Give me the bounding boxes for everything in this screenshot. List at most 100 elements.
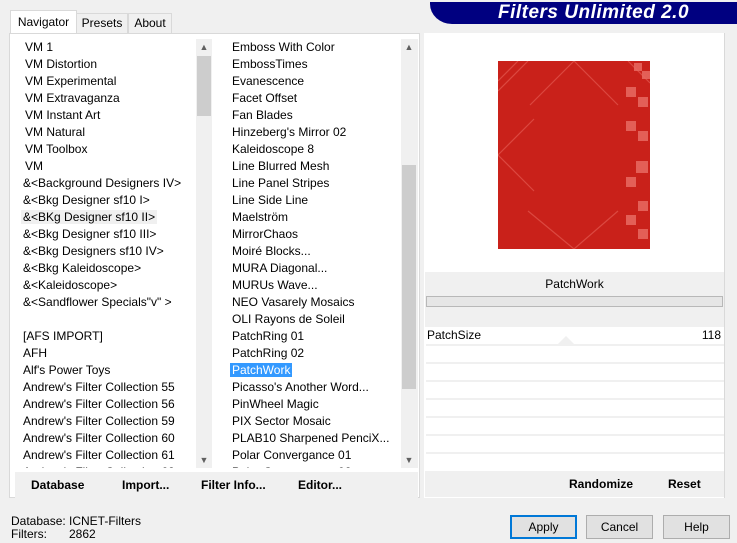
filter-item[interactable]: PLAB10 Sharpened PenciX... (222, 430, 401, 447)
category-item-label: &<Background Designers IV> (23, 176, 182, 190)
filter-item[interactable]: Polar Convergance 02 (222, 464, 401, 468)
filter-item-label: Facet Offset (232, 91, 298, 105)
filter-item-label: Evanescence (232, 74, 305, 88)
category-item[interactable]: VM Instant Art (15, 107, 196, 124)
filter-item-label: Maelström (232, 210, 289, 224)
scrollbar-thumb[interactable] (402, 165, 416, 389)
category-item[interactable] (15, 311, 196, 328)
category-item[interactable]: &<Kaleidoscope> (15, 277, 196, 294)
category-item[interactable]: Andrew's Filter Collection 62 (15, 464, 196, 468)
filter-scrollbar[interactable]: ▲ ▼ (401, 39, 418, 468)
category-item[interactable]: &<Bkg Kaleidoscope> (15, 260, 196, 277)
scrollbar-thumb[interactable] (197, 56, 211, 116)
filter-item-label: Moiré Blocks... (232, 244, 311, 258)
filter-item[interactable]: Line Side Line (222, 192, 401, 209)
tab-about[interactable]: About (128, 13, 172, 34)
category-item[interactable]: &<Bkg Designer sf10 I> (15, 192, 196, 209)
slider-thumb[interactable] (558, 336, 574, 344)
filter-list[interactable]: Emboss With Color EmbossTimes Evanescence F… (222, 39, 401, 468)
category-item[interactable]: VM Distortion (15, 56, 196, 73)
category-item[interactable]: VM Natural (15, 124, 196, 141)
reset-button[interactable]: Reset (668, 471, 701, 497)
filter-item-label: Line Panel Stripes (232, 176, 330, 190)
filter-item[interactable]: Evanescence (222, 73, 401, 90)
category-scrollbar[interactable]: ▲ ▼ (196, 39, 212, 468)
filter-item[interactable]: MirrorChaos (222, 226, 401, 243)
category-item[interactable]: Andrew's Filter Collection 60 (15, 430, 196, 447)
filter-item[interactable]: Line Blurred Mesh (222, 158, 401, 175)
filter-item-label: Line Blurred Mesh (232, 159, 330, 173)
category-item[interactable]: Andrew's Filter Collection 59 (15, 413, 196, 430)
category-item[interactable]: Andrew's Filter Collection 61 (15, 447, 196, 464)
editor-button[interactable]: Editor... (298, 472, 342, 498)
category-item[interactable]: VM Experimental (15, 73, 196, 90)
category-item[interactable]: AFH (15, 345, 196, 362)
category-item[interactable]: &<Bkg Designer sf10 III> (15, 226, 196, 243)
filter-item[interactable]: MURA Diagonal... (222, 260, 401, 277)
category-item-label (21, 312, 25, 326)
database-button[interactable]: Database (31, 472, 84, 498)
apply-button[interactable]: Apply (510, 515, 577, 539)
scroll-down-icon[interactable]: ▼ (401, 452, 417, 468)
category-item-label: Alf's Power Toys (23, 363, 111, 377)
tab-presets[interactable]: Presets (76, 13, 128, 34)
filter-item[interactable]: Maelström (222, 209, 401, 226)
filter-item-label: Polar Convergance 02 (230, 465, 353, 468)
filter-item[interactable]: Kaleidoscope 8 (222, 141, 401, 158)
app-title-banner: Filters Unlimited 2.0 (430, 2, 737, 24)
category-item-label: &<Bkg Designers sf10 IV> (23, 244, 164, 258)
scroll-up-icon[interactable]: ▲ (196, 39, 212, 55)
category-item[interactable]: Andrew's Filter Collection 56 (15, 396, 196, 413)
category-item[interactable]: &<BKg Designer sf10 II> (15, 209, 196, 226)
filter-item-label: PIX Sector Mosaic (232, 414, 331, 428)
category-list[interactable]: VM 1 VM Distortion VM Experimental VM Extra… (15, 39, 196, 468)
filter-item[interactable]: NEO Vasarely Mosaics (222, 294, 401, 311)
filter-settings-panel: PatchWork PatchSize 118 Randomize Reset (424, 33, 725, 498)
category-item-label: [AFS IMPORT] (23, 329, 103, 343)
filter-item[interactable]: Fan Blades (222, 107, 401, 124)
import-button[interactable]: Import... (122, 472, 169, 498)
category-item-label: VM Instant Art (25, 108, 101, 122)
filter-item[interactable]: Picasso's Another Word... (222, 379, 401, 396)
filter-item-label: Emboss With Color (232, 40, 335, 54)
tab-navigator[interactable]: Navigator (10, 10, 77, 34)
filter-item[interactable]: PinWheel Magic (222, 396, 401, 413)
filter-item[interactable]: EmbossTimes (222, 56, 401, 73)
category-item[interactable]: VM Toolbox (15, 141, 196, 158)
filter-item[interactable]: PatchRing 01 (222, 328, 401, 345)
filter-item[interactable]: Facet Offset (222, 90, 401, 107)
category-item[interactable]: &<Background Designers IV> (15, 175, 196, 192)
category-item-label: VM Distortion (25, 57, 98, 71)
filter-item[interactable]: Emboss With Color (222, 39, 401, 56)
randomize-button[interactable]: Randomize (569, 471, 633, 497)
filter-item[interactable]: Line Panel Stripes (222, 175, 401, 192)
category-item[interactable]: Andrew's Filter Collection 55 (15, 379, 196, 396)
category-item[interactable]: &<Bkg Designers sf10 IV> (15, 243, 196, 260)
database-label: Database: (11, 514, 66, 528)
filter-item-label: Line Side Line (232, 193, 309, 207)
category-item[interactable]: [AFS IMPORT] (15, 328, 196, 345)
filter-item-label: Polar Convergance 01 (232, 448, 352, 462)
cancel-button[interactable]: Cancel (586, 515, 653, 539)
scroll-down-icon[interactable]: ▼ (196, 452, 212, 468)
param-row-patchsize[interactable]: PatchSize 118 (425, 327, 724, 344)
filter-item[interactable]: PatchWork (222, 362, 401, 379)
filter-item-label: EmbossTimes (232, 57, 308, 71)
filter-item[interactable]: Polar Convergance 01 (222, 447, 401, 464)
filter-item[interactable]: MURUs Wave... (222, 277, 401, 294)
category-item[interactable]: VM Extravaganza (15, 90, 196, 107)
category-item[interactable]: Alf's Power Toys (15, 362, 196, 379)
filter-item[interactable]: PatchRing 02 (222, 345, 401, 362)
filter-item[interactable]: Hinzeberg's Mirror 02 (222, 124, 401, 141)
help-button[interactable]: Help (663, 515, 730, 539)
scroll-up-icon[interactable]: ▲ (401, 39, 417, 55)
filter-item[interactable]: PIX Sector Mosaic (222, 413, 401, 430)
param-value: 118 (701, 328, 721, 342)
category-item[interactable]: VM 1 (15, 39, 196, 56)
filter-info-button[interactable]: Filter Info... (201, 472, 266, 498)
category-item[interactable]: &<Sandflower Specials"v" > (15, 294, 196, 311)
filter-item[interactable]: OLI Rayons de Soleil (222, 311, 401, 328)
category-item[interactable]: VM (15, 158, 196, 175)
filter-item-label: Picasso's Another Word... (232, 380, 369, 394)
filter-item[interactable]: Moiré Blocks... (222, 243, 401, 260)
